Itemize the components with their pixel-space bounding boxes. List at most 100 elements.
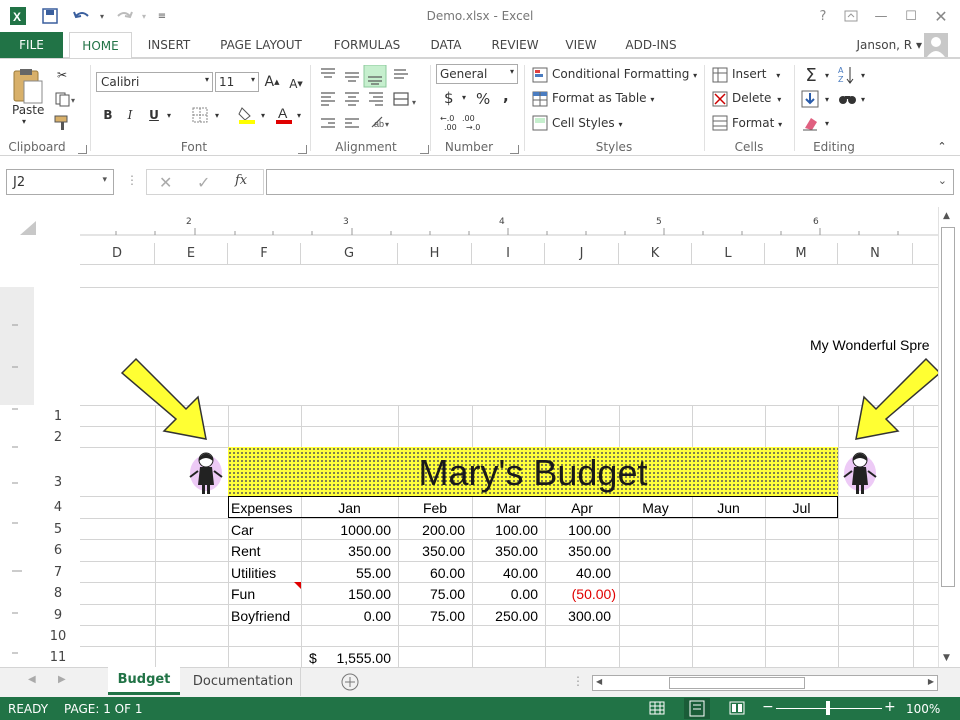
close-icon[interactable]: ✕ <box>926 4 956 28</box>
row-header-2[interactable]: 2 <box>38 430 78 445</box>
cell-styles-button[interactable]: Cell Styles ▾ <box>552 116 622 130</box>
total-value[interactable]: 1,555.00 <box>301 650 392 666</box>
find-select-dropdown-icon[interactable]: ▾ <box>858 91 868 107</box>
fill-color-icon[interactable] <box>236 103 258 125</box>
delete-cells-icon[interactable] <box>711 90 729 108</box>
expense-value[interactable]: 300.00 <box>545 608 611 624</box>
month-header[interactable]: Jun <box>692 500 765 516</box>
row-header-7[interactable]: 7 <box>38 565 78 580</box>
row-header-9[interactable]: 9 <box>38 608 78 623</box>
sheet-tab-documentation[interactable]: Documentation <box>186 668 301 696</box>
clear-dropdown-icon[interactable]: ▾ <box>822 115 832 131</box>
percent-style-icon[interactable]: % <box>476 90 490 108</box>
tab-add-ins[interactable]: ADD-INS <box>612 32 690 58</box>
expense-label[interactable]: Rent <box>231 543 261 559</box>
expense-value[interactable]: 100.00 <box>472 522 538 538</box>
accounting-dropdown-icon[interactable]: ▾ <box>462 93 466 102</box>
maximize-icon[interactable]: ☐ <box>896 4 926 28</box>
tab-file[interactable]: FILE <box>0 32 63 58</box>
expense-value[interactable]: 250.00 <box>472 608 538 624</box>
expenses-header[interactable]: Expenses <box>231 500 292 516</box>
column-header-h[interactable]: H <box>398 243 472 265</box>
ribbon-display-options-icon[interactable] <box>836 4 866 28</box>
row-header-11[interactable]: 11 <box>38 650 78 665</box>
insert-cells-button[interactable]: Insert ▾ <box>732 67 780 81</box>
zoom-in-icon[interactable]: + <box>884 699 896 715</box>
expense-value[interactable]: 200.00 <box>398 522 465 538</box>
comma-style-icon[interactable]: , <box>503 87 509 105</box>
cancel-formula-icon[interactable]: ✕ <box>159 173 172 192</box>
paste-icon[interactable] <box>10 67 46 107</box>
expense-value[interactable]: 0.00 <box>472 586 538 602</box>
accounting-format-icon[interactable]: $ <box>444 89 454 107</box>
format-cells-icon[interactable] <box>711 114 729 132</box>
expense-value[interactable]: 1000.00 <box>301 522 391 538</box>
row-header-8[interactable]: 8 <box>38 586 78 601</box>
help-icon[interactable]: ? <box>808 4 838 28</box>
column-header-i[interactable]: I <box>472 243 545 265</box>
month-header[interactable]: Jul <box>765 500 838 516</box>
expense-value[interactable]: 60.00 <box>398 565 465 581</box>
clipboard-launcher-icon[interactable] <box>78 145 87 154</box>
column-header-f[interactable]: F <box>228 243 301 265</box>
page-header-text[interactable]: My Wonderful Spre <box>810 337 930 353</box>
tab-splitter-icon[interactable]: ⋮ <box>572 674 584 688</box>
delete-cells-button[interactable]: Delete ▾ <box>732 91 781 105</box>
expense-value[interactable]: 75.00 <box>398 586 465 602</box>
horizontal-scroll-thumb[interactable] <box>669 677 805 689</box>
scroll-left-icon[interactable]: ◀ <box>596 677 602 686</box>
tab-review[interactable]: REVIEW <box>480 32 550 58</box>
tab-insert[interactable]: INSERT <box>138 32 200 58</box>
expense-label[interactable]: Utilities <box>231 565 276 581</box>
tab-view[interactable]: VIEW <box>558 32 604 58</box>
row-header-10[interactable]: 10 <box>38 629 78 644</box>
normal-view-icon[interactable] <box>648 700 666 716</box>
copy-icon[interactable]: ▾ <box>52 89 80 109</box>
format-as-table-button[interactable]: Format as Table ▾ <box>552 91 654 105</box>
font-color-icon[interactable]: A <box>274 103 294 125</box>
sheet-tab-budget[interactable]: Budget <box>108 667 180 695</box>
borders-icon[interactable] <box>190 105 210 125</box>
tab-home[interactable]: HOME <box>69 32 132 59</box>
tab-page-layout[interactable]: PAGE LAYOUT <box>208 32 314 58</box>
column-header-j[interactable]: J <box>545 243 619 265</box>
yellow-arrow-left[interactable] <box>118 355 214 445</box>
woman-clipart-right[interactable] <box>840 447 880 497</box>
paste-dropdown-icon[interactable]: ▾ <box>22 117 26 126</box>
font-launcher-icon[interactable] <box>298 145 307 154</box>
font-size-box[interactable]: 11 ▾ <box>215 72 259 92</box>
expense-value[interactable]: 350.00 <box>545 543 611 559</box>
autosum-dropdown-icon[interactable]: ▾ <box>822 67 832 83</box>
column-header-e[interactable]: E <box>155 243 228 265</box>
number-launcher-icon[interactable] <box>510 145 519 154</box>
user-avatar-icon[interactable] <box>924 33 948 57</box>
font-color-dropdown-icon[interactable]: ▾ <box>294 105 304 125</box>
expense-label[interactable]: Fun <box>231 586 255 602</box>
expense-value[interactable]: 100.00 <box>545 522 611 538</box>
row-header-4[interactable]: 4 <box>38 500 78 515</box>
format-as-table-icon[interactable] <box>531 90 549 108</box>
paste-label[interactable]: Paste <box>12 103 44 117</box>
tab-formulas[interactable]: FORMULAS <box>322 32 412 58</box>
column-header-d[interactable]: D <box>80 243 155 265</box>
zoom-out-icon[interactable]: − <box>762 700 774 714</box>
insert-cells-icon[interactable] <box>711 66 729 84</box>
month-header[interactable]: Feb <box>398 500 472 516</box>
formula-input[interactable]: ⌄ <box>266 169 954 195</box>
scroll-down-icon[interactable]: ▼ <box>943 653 950 663</box>
italic-icon[interactable]: I <box>122 105 138 125</box>
borders-dropdown-icon[interactable]: ▾ <box>212 105 222 125</box>
fill-icon[interactable] <box>801 90 819 108</box>
conditional-formatting-icon[interactable] <box>531 66 549 84</box>
sort-filter-dropdown-icon[interactable]: ▾ <box>858 67 868 83</box>
column-header-k[interactable]: K <box>619 243 692 265</box>
expense-value[interactable]: 75.00 <box>398 608 465 624</box>
woman-clipart-left[interactable] <box>186 447 226 497</box>
expense-value[interactable]: 0.00 <box>301 608 391 624</box>
yellow-arrow-right[interactable] <box>848 355 944 445</box>
month-header[interactable]: Jan <box>301 500 398 516</box>
bold-icon[interactable]: B <box>100 105 116 125</box>
user-name[interactable]: Janson, R ▾ <box>836 32 922 58</box>
new-sheet-icon[interactable] <box>340 672 360 692</box>
horizontal-scrollbar[interactable]: ◀ ▶ <box>592 675 938 691</box>
